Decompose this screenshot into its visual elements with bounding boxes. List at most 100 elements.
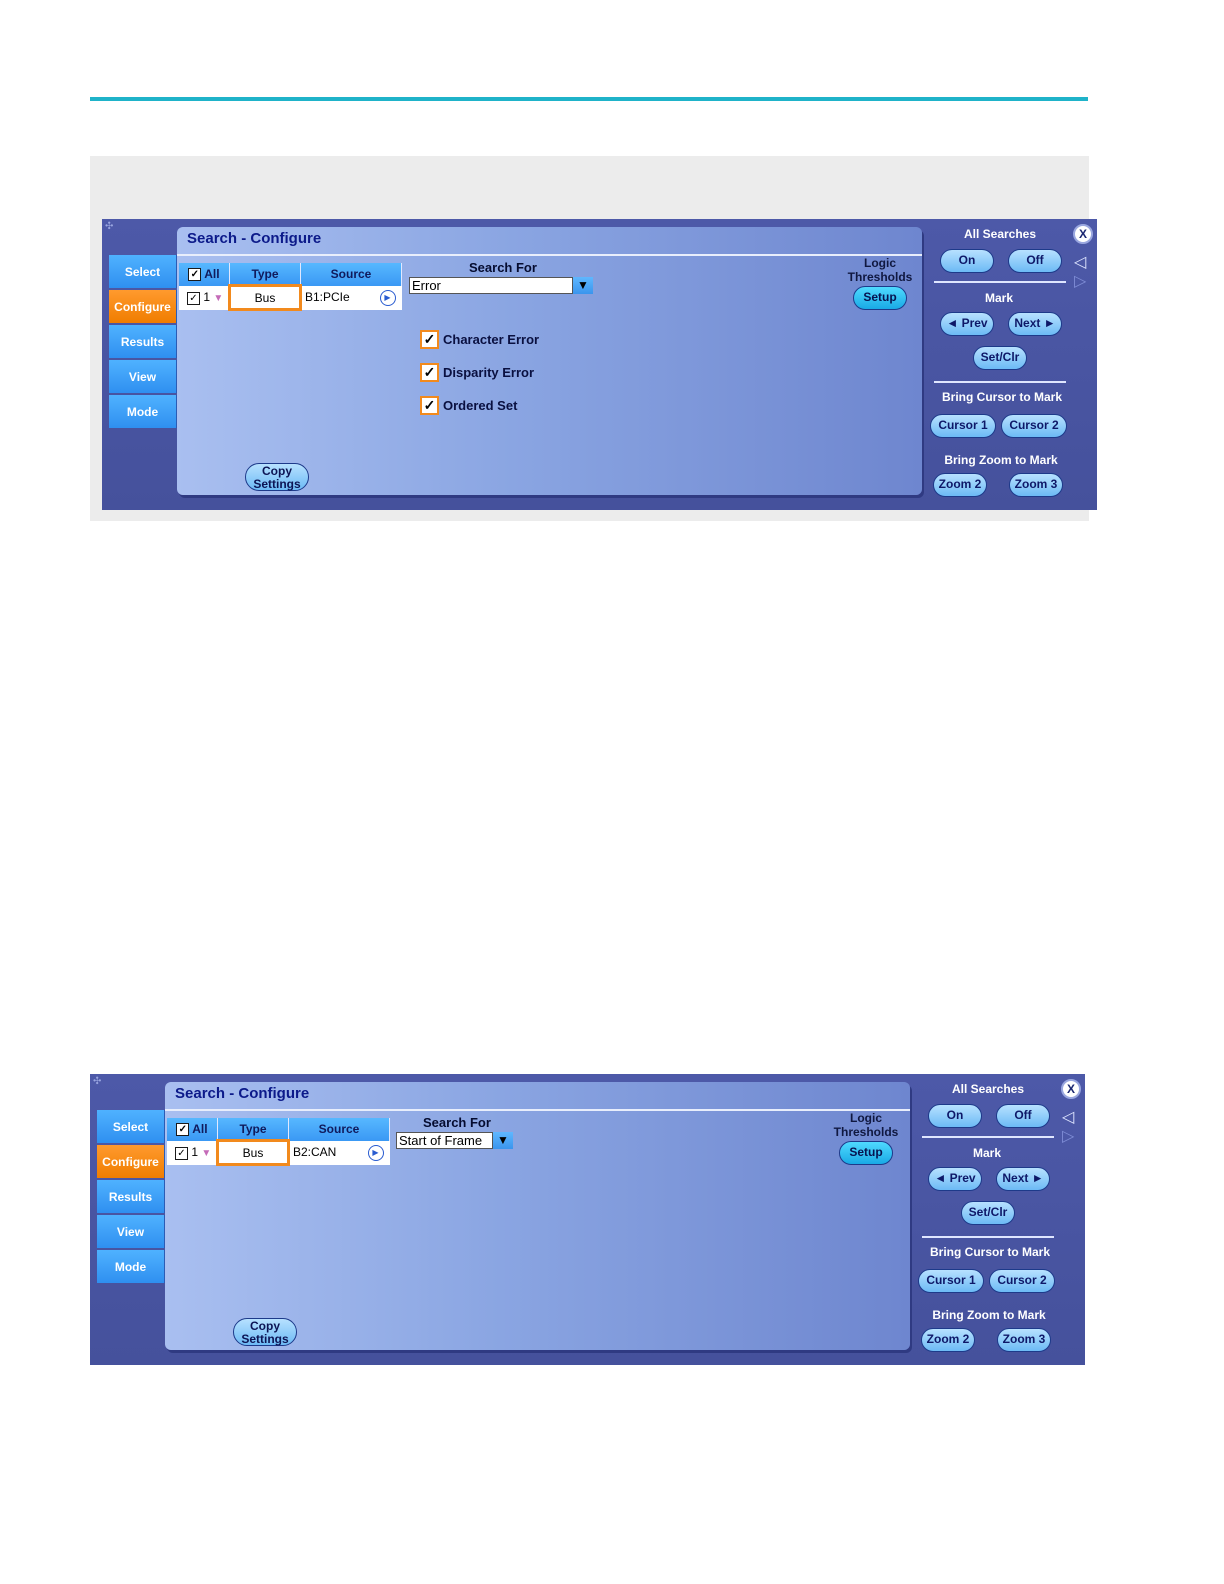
cursor-1-button[interactable]: Cursor 1: [918, 1269, 984, 1293]
search-table: ✓ All Type Source ✓ 1 ▼ Bus B2:CAN ▶: [167, 1118, 390, 1166]
dropdown-arrow-icon[interactable]: ▼: [573, 277, 593, 294]
source-header: Source: [300, 263, 402, 286]
table-row[interactable]: ✓ 1 ▼ Bus B2:CAN ▶: [167, 1139, 390, 1166]
source-cell[interactable]: B2:CAN ▶: [288, 1140, 390, 1165]
disparity-error-checkbox[interactable]: ✓: [420, 363, 439, 382]
resize-grip-icon[interactable]: ✣: [93, 1076, 101, 1087]
all-label: All: [204, 267, 220, 282]
tab-view[interactable]: View: [109, 360, 177, 393]
header-rule: [90, 97, 1088, 101]
set-clear-mark-button[interactable]: Set/Clr: [961, 1201, 1015, 1225]
source-play-icon[interactable]: ▶: [367, 1144, 384, 1161]
settings-label: Settings: [241, 1332, 289, 1346]
search-for-dropdown[interactable]: Error ▼: [409, 277, 593, 294]
disparity-error-option[interactable]: ✓ Disparity Error: [420, 363, 534, 382]
source-cell[interactable]: B1:PCIe ▶: [300, 285, 402, 310]
cursor-1-button[interactable]: Cursor 1: [930, 414, 996, 438]
all-searches-on-button[interactable]: On: [940, 249, 994, 273]
row-select-cell[interactable]: ✓ 1 ▼: [167, 1140, 218, 1165]
logic-thresholds-label: Logic Thresholds: [831, 1111, 901, 1139]
zoom-2-button[interactable]: Zoom 2: [921, 1328, 975, 1352]
row-checkbox[interactable]: ✓: [187, 291, 200, 305]
setup-button[interactable]: Setup: [853, 286, 907, 310]
character-error-checkbox[interactable]: ✓: [420, 330, 439, 349]
tab-configure[interactable]: Configure: [109, 290, 177, 323]
ordered-set-option[interactable]: ✓ Ordered Set: [420, 396, 517, 415]
title-divider: [177, 254, 922, 256]
dropdown-arrow-icon[interactable]: ▼: [493, 1132, 513, 1149]
bring-zoom-label: Bring Zoom to Mark: [944, 453, 1058, 467]
thresholds-label: Thresholds: [847, 270, 913, 284]
tab-results[interactable]: Results: [97, 1180, 165, 1213]
all-checkbox[interactable]: ✓: [176, 1123, 190, 1137]
set-clear-mark-button[interactable]: Set/Clr: [973, 346, 1027, 370]
source-play-icon[interactable]: ▶: [379, 289, 396, 306]
expand-right-icon[interactable]: ▷: [1062, 1126, 1074, 1146]
next-mark-button[interactable]: Next ►: [996, 1167, 1050, 1191]
bring-cursor-label: Bring Cursor to Mark: [929, 1245, 1050, 1259]
character-error-label: Character Error: [443, 332, 540, 347]
close-button[interactable]: X: [1061, 1079, 1081, 1099]
logic-label: Logic: [864, 256, 896, 270]
cursor-2-button[interactable]: Cursor 2: [989, 1269, 1055, 1293]
search-for-value: Error: [409, 277, 573, 294]
all-checkbox[interactable]: ✓: [188, 268, 202, 282]
collapse-left-icon[interactable]: ◁: [1062, 1107, 1074, 1127]
collapse-left-icon[interactable]: ◁: [1074, 252, 1086, 272]
search-configure-panel-1: ✣ Select Configure Results View Mode Sea…: [102, 219, 1097, 510]
all-searches-off-button[interactable]: Off: [1008, 249, 1062, 273]
close-button[interactable]: X: [1073, 224, 1093, 244]
tab-mode[interactable]: Mode: [97, 1250, 165, 1283]
side-divider: [922, 1136, 1054, 1138]
zoom-3-button[interactable]: Zoom 3: [997, 1328, 1051, 1352]
type-cell[interactable]: Bus: [228, 284, 302, 311]
all-searches-off-button[interactable]: Off: [996, 1104, 1050, 1128]
search-for-label: Search For: [423, 1115, 491, 1130]
cursor-2-button[interactable]: Cursor 2: [1001, 414, 1067, 438]
side-divider: [922, 1236, 1054, 1238]
expand-right-icon[interactable]: ▷: [1074, 271, 1086, 291]
thresholds-label: Thresholds: [833, 1125, 899, 1139]
resize-grip-icon[interactable]: ✣: [105, 221, 113, 232]
all-searches-label: All Searches: [951, 1082, 1025, 1096]
logic-label: Logic: [850, 1111, 882, 1125]
tab-select[interactable]: Select: [97, 1110, 165, 1143]
bring-cursor-label: Bring Cursor to Mark: [941, 390, 1062, 404]
row-dropdown-icon[interactable]: ▼: [201, 1148, 211, 1159]
tab-results[interactable]: Results: [109, 325, 177, 358]
prev-mark-button[interactable]: ◄ Prev: [940, 312, 994, 336]
prev-mark-button[interactable]: ◄ Prev: [928, 1167, 982, 1191]
settings-label: Settings: [253, 477, 301, 491]
row-dropdown-icon[interactable]: ▼: [213, 293, 223, 304]
all-searches-on-button[interactable]: On: [928, 1104, 982, 1128]
type-cell[interactable]: Bus: [216, 1139, 290, 1166]
character-error-option[interactable]: ✓ Character Error: [420, 330, 539, 349]
tab-view[interactable]: View: [97, 1215, 165, 1248]
search-for-dropdown[interactable]: Start of Frame ▼: [396, 1132, 513, 1149]
configure-area: Search - Configure ✓ All Type Source ✓ 1…: [165, 1082, 910, 1350]
zoom-2-button[interactable]: Zoom 2: [933, 473, 987, 497]
search-table: ✓ All Type Source ✓ 1 ▼ Bus B1:PCIe ▶: [179, 263, 402, 311]
tab-configure[interactable]: Configure: [97, 1145, 165, 1178]
tab-select[interactable]: Select: [109, 255, 177, 288]
source-value: B1:PCIe: [305, 289, 350, 304]
ordered-set-checkbox[interactable]: ✓: [420, 396, 439, 415]
row-select-cell[interactable]: ✓ 1 ▼: [179, 285, 230, 310]
tab-mode[interactable]: Mode: [109, 395, 177, 428]
all-searches-label: All Searches: [963, 227, 1037, 241]
tab-column: Select Configure Results View Mode: [109, 255, 177, 430]
side-divider: [934, 381, 1066, 383]
mark-label: Mark: [972, 1146, 1001, 1160]
row-number: 1: [191, 1145, 199, 1160]
next-mark-button[interactable]: Next ►: [1008, 312, 1062, 336]
copy-settings-button[interactable]: Copy Settings: [233, 1318, 297, 1346]
all-label: All: [192, 1122, 208, 1137]
table-row[interactable]: ✓ 1 ▼ Bus B1:PCIe ▶: [179, 284, 402, 311]
zoom-3-button[interactable]: Zoom 3: [1009, 473, 1063, 497]
setup-button[interactable]: Setup: [839, 1141, 893, 1165]
row-checkbox[interactable]: ✓: [175, 1146, 188, 1160]
all-header[interactable]: ✓ All: [167, 1118, 218, 1141]
copy-settings-button[interactable]: Copy Settings: [245, 463, 309, 491]
source-value: B2:CAN: [293, 1144, 337, 1159]
all-header[interactable]: ✓ All: [179, 263, 230, 286]
